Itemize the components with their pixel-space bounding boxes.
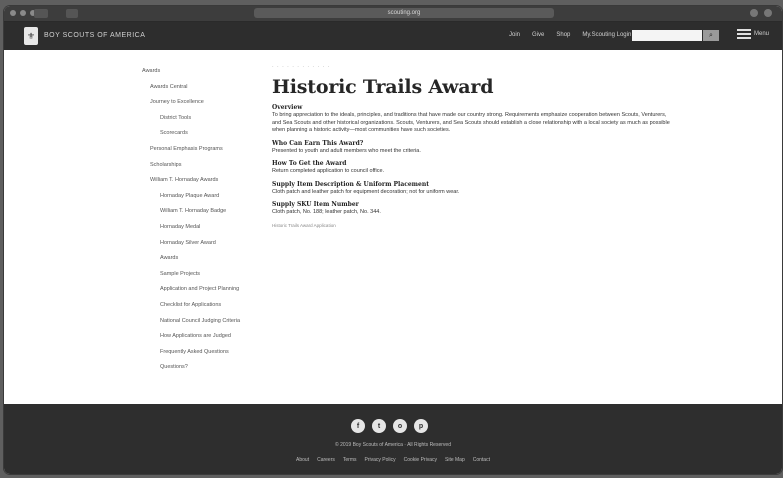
sidebar-item-personal-emphasis[interactable]: Personal Emphasis Programs — [142, 142, 262, 158]
browser-toolbar-icons — [750, 9, 772, 17]
sidebar-item-hornaday-awards[interactable]: William T. Hornaday Awards — [142, 173, 262, 189]
nav-give[interactable]: Give — [532, 32, 544, 38]
share-icon[interactable] — [750, 9, 758, 17]
search-button[interactable]: ⌕ — [703, 30, 719, 41]
main-content: · · · · · · · · · · · · Historic Trails … — [272, 64, 677, 228]
menu-button[interactable]: Menu — [737, 29, 769, 39]
footer-link-sitemap[interactable]: Site Map — [445, 457, 465, 463]
section-heading-supply-description: Supply Item Description & Uniform Placem… — [272, 180, 429, 188]
footer-link-privacy[interactable]: Privacy Policy — [365, 457, 396, 463]
hamburger-icon — [737, 29, 751, 39]
sidebar-item-sample-projects[interactable]: Sample Projects — [142, 267, 262, 283]
social-links: f t o p — [351, 419, 428, 433]
tabs-icon[interactable] — [764, 9, 772, 17]
nav-login[interactable]: My.Scouting Login — [582, 32, 631, 38]
window-controls — [10, 10, 36, 16]
menu-label: Menu — [754, 31, 770, 37]
sidebar-item-awards-central[interactable]: Awards Central — [142, 80, 262, 96]
close-window-icon[interactable] — [10, 10, 16, 16]
section-text-how-to-get: Return completed application to council … — [272, 168, 385, 174]
footer-link-careers[interactable]: Careers — [317, 457, 335, 463]
back-button[interactable] — [66, 9, 78, 18]
nav-join[interactable]: Join — [509, 32, 520, 38]
search-icon: ⌕ — [709, 32, 713, 39]
section-heading-overview: Overview — [272, 104, 303, 111]
page-title: Historic Trails Award — [272, 76, 494, 98]
sidebar-item-scorecards[interactable]: Scorecards — [142, 126, 262, 142]
breadcrumb[interactable]: · · · · · · · · · · · · — [272, 64, 677, 74]
sidebar-item-questions[interactable]: Questions? — [142, 360, 262, 376]
sidebar-nav: Awards Awards Central Journey to Excelle… — [142, 64, 262, 376]
nav-shop[interactable]: Shop — [556, 32, 570, 38]
twitter-icon[interactable]: t — [372, 419, 386, 433]
sidebar-item-journey-to-excellence[interactable]: Journey to Excellence — [142, 95, 262, 111]
sidebar-item-district-tools[interactable]: District Tools — [142, 111, 262, 127]
sidebar-item-checklist[interactable]: Checklist for Applications — [142, 298, 262, 314]
sidebar-item-hornaday-medal[interactable]: Hornaday Medal — [142, 220, 262, 236]
application-link[interactable]: Historic Trails Award Application — [272, 223, 677, 228]
site-footer: f t o p © 2019 Boy Scouts of America · A… — [4, 404, 782, 474]
browser-chrome: scouting.org — [4, 6, 782, 22]
footer-links: About Careers Terms Privacy Policy Cooki… — [4, 457, 782, 463]
section-text-supply-sku: Cloth patch, No. 188; leather patch, No.… — [272, 209, 381, 215]
section-heading-supply-sku: Supply SKU Item Number — [272, 201, 359, 208]
bsa-logo[interactable]: ⚜ — [24, 27, 38, 45]
brand-name[interactable]: BOY SCOUTS OF AMERICA — [44, 32, 145, 39]
search-input[interactable] — [632, 30, 702, 41]
site-header: ⚜ BOY SCOUTS OF AMERICA Join Give Shop M… — [4, 22, 782, 50]
sidebar-item-faq[interactable]: Frequently Asked Questions — [142, 345, 262, 361]
address-bar[interactable]: scouting.org — [254, 8, 554, 18]
top-nav: Join Give Shop My.Scouting Login — [509, 32, 631, 38]
sidebar-item-hornaday-silver[interactable]: Hornaday Silver Award — [142, 236, 262, 252]
sidebar-item-hornaday-badge[interactable]: William T. Hornaday Badge — [142, 204, 262, 220]
sidebar-item-judging-criteria[interactable]: National Council Judging Criteria — [142, 314, 262, 330]
section-text-supply-description: Cloth patch and leather patch for equipm… — [272, 188, 460, 195]
section-text-overview: To bring appreciation to the ideals, pri… — [272, 112, 670, 133]
sidebar-item-how-judged[interactable]: How Applications are Judged — [142, 329, 262, 345]
section-heading-who-can-earn: Who Can Earn This Award? — [272, 139, 364, 147]
footer-link-about[interactable]: About — [296, 457, 309, 463]
sidebar-item-awards[interactable]: Awards — [142, 64, 262, 80]
footer-link-cookie[interactable]: Cookie Privacy — [404, 457, 437, 463]
copyright-text: © 2019 Boy Scouts of America · All Right… — [335, 442, 451, 448]
sidebar-item-scholarships[interactable]: Scholarships — [142, 158, 262, 174]
footer-link-contact[interactable]: Contact — [473, 457, 490, 463]
sidebar-item-hornaday-plaque[interactable]: Hornaday Plaque Award — [142, 189, 262, 205]
sidebar-item-application-planning[interactable]: Application and Project Planning — [142, 282, 262, 298]
instagram-icon[interactable]: o — [393, 419, 407, 433]
pinterest-icon[interactable]: p — [414, 419, 428, 433]
minimize-window-icon[interactable] — [20, 10, 26, 16]
facebook-icon[interactable]: f — [351, 419, 365, 433]
section-text-who-can-earn: Presented to youth and adult members who… — [272, 147, 421, 154]
sidebar-item-awards-sub[interactable]: Awards — [142, 251, 262, 267]
footer-link-terms[interactable]: Terms — [343, 457, 357, 463]
section-heading-how-to-get: How To Get the Award — [272, 160, 347, 167]
browser-window: scouting.org ⚜ BOY SCOUTS OF AMERICA Joi… — [4, 6, 782, 474]
sidebar-toggle-button[interactable] — [34, 9, 48, 18]
